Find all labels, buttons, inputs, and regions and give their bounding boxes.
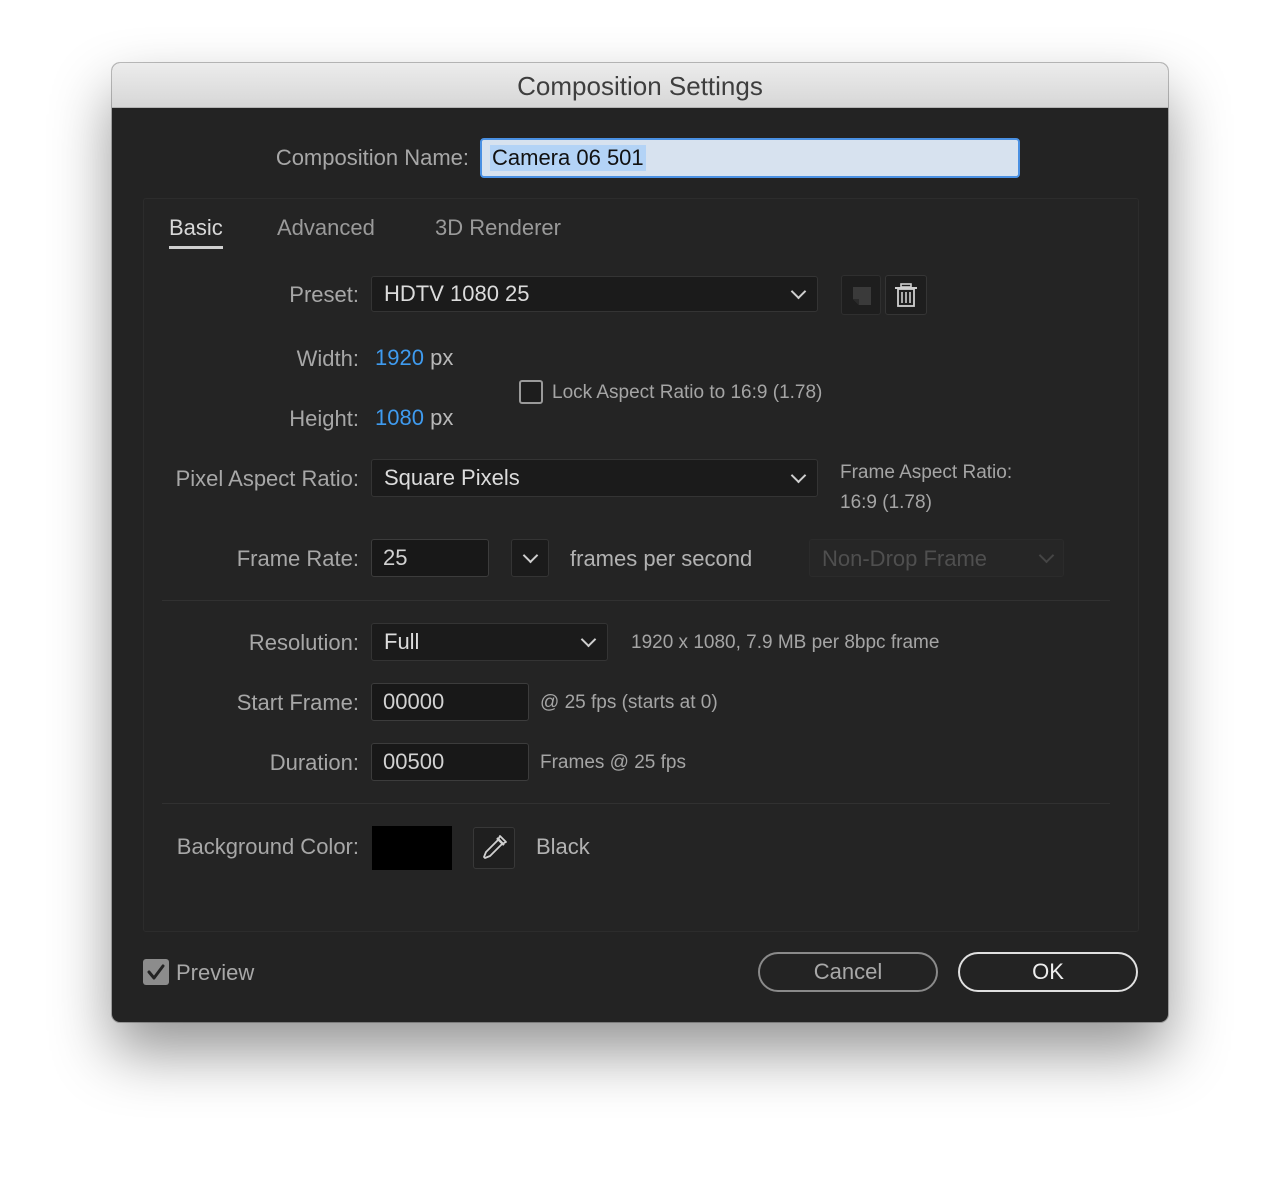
height-value[interactable]: 1080 (375, 405, 424, 430)
pixel-aspect-ratio-dropdown[interactable]: Square Pixels (371, 459, 818, 497)
start-frame-info: @ 25 fps (starts at 0) (540, 692, 718, 713)
height-unit: px (430, 405, 454, 430)
preview-label: Preview (176, 960, 255, 985)
width-label: Width: (296, 346, 359, 371)
chevron-down-icon (790, 283, 807, 300)
height-label: Height: (289, 406, 359, 431)
drop-frame-value: Non-Drop Frame (822, 546, 988, 571)
width-value[interactable]: 1920 (375, 345, 424, 370)
chevron-down-icon (580, 631, 597, 648)
height-field[interactable]: 1080 px (375, 405, 453, 431)
preview-checkbox[interactable] (143, 959, 169, 985)
frame-rate-input[interactable]: 25 (371, 539, 489, 577)
tab-3d-renderer[interactable]: 3D Renderer (435, 215, 561, 241)
preset-value: HDTV 1080 25 (384, 281, 530, 306)
frame-rate-label: Frame Rate: (236, 546, 359, 571)
chevron-down-icon (790, 467, 807, 484)
background-color-name: Black (536, 834, 590, 859)
width-unit: px (430, 345, 454, 370)
frame-aspect-ratio-value: 16:9 (1.78) (840, 492, 932, 513)
composition-settings-dialog: Composition Settings Composition Name: C… (112, 63, 1168, 1022)
pixel-aspect-ratio-value: Square Pixels (384, 465, 520, 490)
composition-name-input[interactable]: Camera 06 501 (480, 138, 1020, 178)
preset-label: Preset: (289, 282, 359, 307)
frame-rate-dropdown-button[interactable] (511, 539, 549, 577)
cancel-button[interactable]: Cancel (758, 952, 938, 992)
duration-info: Frames @ 25 fps (540, 752, 686, 773)
checkmark-icon (147, 964, 165, 980)
start-frame-label: Start Frame: (236, 690, 359, 715)
eyedropper-icon (483, 835, 507, 859)
resolution-dropdown[interactable]: Full (371, 623, 608, 661)
frame-aspect-ratio-label: Frame Aspect Ratio: (840, 462, 1013, 483)
window-title: Composition Settings (112, 63, 1168, 108)
eyedropper-button[interactable] (473, 827, 515, 869)
start-frame-input[interactable]: 00000 (371, 683, 529, 721)
save-preset-icon (853, 287, 871, 305)
pixel-aspect-ratio-label: Pixel Aspect Ratio: (175, 466, 359, 491)
chevron-down-icon (522, 547, 539, 564)
width-field[interactable]: 1920 px (375, 345, 453, 371)
trash-icon (895, 283, 917, 307)
chevron-down-icon (1038, 547, 1055, 564)
resolution-info: 1920 x 1080, 7.9 MB per 8bpc frame (631, 632, 940, 653)
tab-advanced[interactable]: Advanced (277, 215, 375, 241)
lock-aspect-checkbox[interactable] (519, 380, 543, 404)
resolution-value: Full (384, 629, 420, 654)
lock-aspect-label: Lock Aspect Ratio to 16:9 (1.78) (552, 382, 823, 403)
composition-name-label: Composition Name: (275, 145, 469, 170)
divider (162, 600, 1110, 601)
background-color-swatch[interactable] (372, 826, 452, 870)
drop-frame-dropdown[interactable]: Non-Drop Frame (809, 539, 1064, 577)
frame-rate-unit: frames per second (570, 546, 753, 571)
ok-button[interactable]: OK (958, 952, 1138, 992)
delete-preset-button[interactable] (885, 275, 927, 315)
divider (162, 803, 1110, 804)
background-color-label: Background Color: (176, 834, 359, 859)
duration-input[interactable]: 00500 (371, 743, 529, 781)
preset-dropdown[interactable]: HDTV 1080 25 (371, 276, 818, 312)
composition-name-value: Camera 06 501 (490, 145, 646, 171)
tab-active-indicator (169, 246, 223, 249)
duration-label: Duration: (269, 750, 359, 775)
resolution-label: Resolution: (248, 630, 359, 655)
tab-basic[interactable]: Basic (169, 215, 223, 241)
save-preset-button[interactable] (841, 275, 881, 315)
